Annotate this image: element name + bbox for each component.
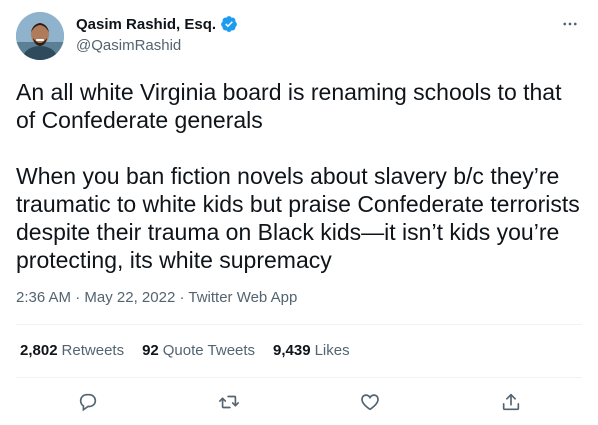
retweets-label: Retweets bbox=[61, 342, 125, 359]
retweets-stat[interactable]: 2,802 Retweets bbox=[20, 342, 124, 359]
divider bbox=[16, 377, 582, 378]
tweet-time[interactable]: 2:36 AM bbox=[16, 289, 71, 306]
separator: · bbox=[71, 289, 85, 306]
tweet-date[interactable]: May 22, 2022 bbox=[84, 289, 175, 306]
tweet-metadata: 2:36 AM · May 22, 2022 · Twitter Web App bbox=[16, 289, 297, 306]
reply-icon[interactable] bbox=[74, 388, 102, 416]
author-name-row[interactable]: Qasim Rashid, Esq. bbox=[76, 15, 238, 33]
separator: · bbox=[175, 289, 189, 306]
author-avatar[interactable] bbox=[16, 12, 64, 60]
tweet-paragraph: An all white Virginia board is renaming … bbox=[16, 79, 568, 133]
quote-tweets-count: 92 bbox=[142, 342, 159, 359]
divider bbox=[16, 324, 582, 325]
likes-count: 9,439 bbox=[273, 342, 311, 359]
likes-label: Likes bbox=[314, 342, 350, 359]
tweet-actions bbox=[0, 388, 598, 416]
author-display-name[interactable]: Qasim Rashid, Esq. bbox=[76, 16, 216, 33]
author-handle[interactable]: @QasimRashid bbox=[76, 37, 181, 54]
more-icon[interactable] bbox=[560, 14, 580, 34]
verified-badge-icon bbox=[220, 15, 238, 33]
share-icon[interactable] bbox=[497, 388, 525, 416]
retweet-icon[interactable] bbox=[215, 388, 243, 416]
tweet-paragraph: When you ban fiction novels about slaver… bbox=[16, 163, 587, 273]
quote-tweets-label: Quote Tweets bbox=[162, 342, 256, 359]
quote-tweets-stat[interactable]: 92 Quote Tweets bbox=[142, 342, 255, 359]
tweet-text: An all white Virginia board is renaming … bbox=[16, 78, 582, 274]
likes-stat[interactable]: 9,439 Likes bbox=[273, 342, 350, 359]
tweet-stats: 2,802 Retweets 92 Quote Tweets 9,439 Likes bbox=[20, 342, 350, 359]
like-icon[interactable] bbox=[356, 388, 384, 416]
retweets-count: 2,802 bbox=[20, 342, 58, 359]
tweet-source[interactable]: Twitter Web App bbox=[188, 289, 297, 306]
